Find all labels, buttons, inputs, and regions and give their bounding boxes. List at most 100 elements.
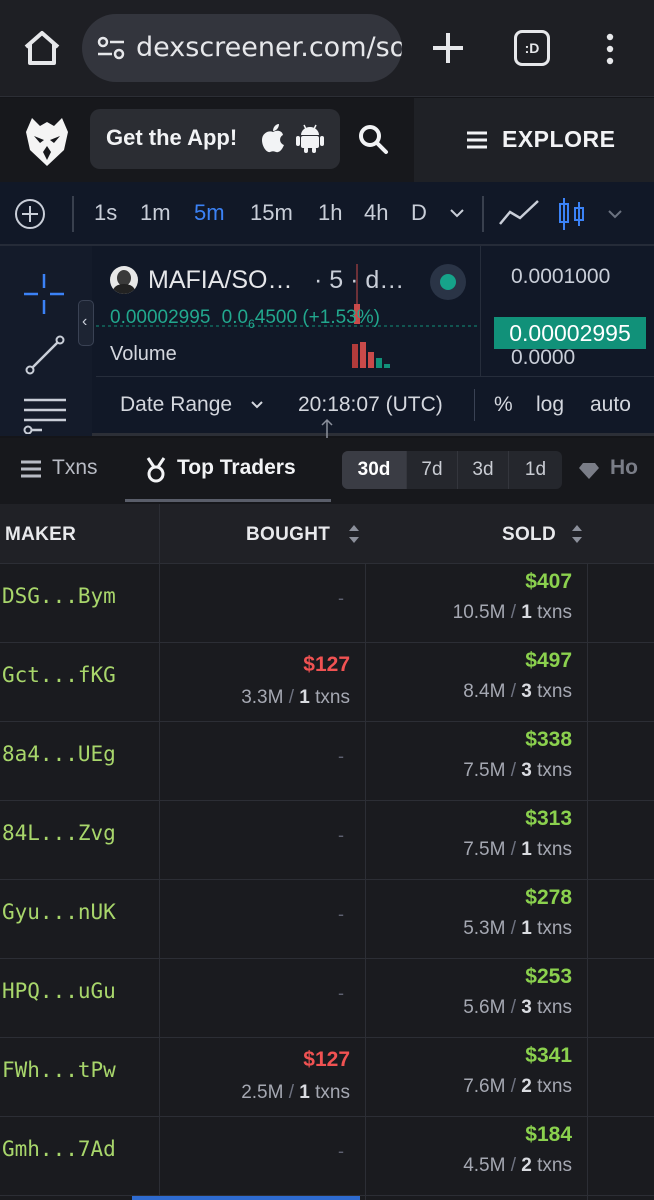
auto-scale-toggle[interactable]: auto: [590, 393, 631, 417]
crosshair-icon[interactable]: [22, 272, 66, 316]
site-settings-icon[interactable]: [96, 34, 126, 62]
column-divider: [159, 504, 160, 564]
timeframe-5m[interactable]: 5m: [194, 200, 225, 226]
table-row[interactable]: Gct...fKG $127 3.3M / 1 txns $497 8.4M / 3 t…: [0, 643, 654, 722]
chevron-left-icon: ‹: [82, 313, 88, 330]
url-text[interactable]: dexscreener.com/sol: [136, 32, 402, 63]
empty-bought: -: [338, 825, 344, 845]
sold-amount: 5.3M / 1 txns: [463, 918, 572, 939]
sort-icon[interactable]: [348, 523, 360, 545]
diamond-icon: [579, 463, 599, 479]
explore-button[interactable]: EXPLORE: [414, 98, 654, 182]
tab-switcher-label: :D: [524, 40, 540, 56]
android-icon: [296, 124, 324, 153]
line-chart-icon[interactable]: [498, 198, 540, 228]
price-axis[interactable]: 0.0001000 0.0000: [480, 246, 654, 376]
maker-address[interactable]: DSG...Bym: [2, 584, 116, 608]
maker-address[interactable]: Gct...fKG: [2, 663, 116, 687]
table-row[interactable]: Gmh...7Ad - $184 4.5M / 2 txns: [0, 1117, 654, 1196]
sold-usd: $278: [525, 886, 572, 909]
chevron-down-icon[interactable]: [448, 206, 466, 220]
table-header: MAKER BOUGHT SOLD: [0, 504, 654, 564]
collapse-toolbar-button[interactable]: ‹: [78, 300, 94, 346]
table-row[interactable]: 8a4...UEg - $338 7.5M / 3 txns: [0, 722, 654, 801]
timeframe-d[interactable]: D: [411, 200, 427, 226]
period-selector: 30d 7d 3d 1d: [342, 451, 562, 489]
home-icon[interactable]: [20, 28, 64, 68]
bought-header[interactable]: BOUGHT: [246, 524, 330, 546]
search-icon[interactable]: [356, 122, 390, 156]
timeframe-1m[interactable]: 1m: [140, 200, 171, 226]
txns-suffix: txns: [315, 1082, 350, 1103]
sold-token-amount: 7.6M: [463, 1076, 506, 1097]
tab-txns[interactable]: Txns: [0, 438, 120, 504]
sold-token-amount: 4.5M: [463, 1155, 506, 1176]
timeframe-15m[interactable]: 15m: [250, 200, 293, 226]
column-divider: [587, 564, 588, 1200]
address-bar[interactable]: dexscreener.com/sol: [82, 14, 402, 82]
txns-suffix: txns: [315, 687, 350, 708]
sold-amount: 4.5M / 2 txns: [463, 1155, 572, 1176]
sold-token-amount: 5.3M: [463, 918, 506, 939]
table-row[interactable]: 84L...Zvg - $313 7.5M / 1 txns: [0, 801, 654, 880]
more-menu-icon[interactable]: [600, 32, 620, 66]
maker-address[interactable]: Gmh...7Ad: [2, 1137, 116, 1161]
sold-amount: 7.5M / 3 txns: [463, 760, 572, 781]
sold-txn-count: 2: [521, 1076, 532, 1097]
maker-header: MAKER: [5, 524, 77, 545]
sold-token-amount: 8.4M: [463, 681, 506, 702]
price-chart[interactable]: ‹ MAFIA/SO… · 5 · d… 0.00002995 0.064500…: [0, 246, 654, 448]
period-7d[interactable]: 7d: [406, 451, 457, 489]
fibonacci-icon[interactable]: [22, 394, 68, 434]
add-indicator-icon[interactable]: [14, 198, 46, 230]
maker-address[interactable]: HPQ...uGu: [2, 979, 116, 1003]
date-range-button[interactable]: Date Range: [120, 393, 232, 417]
empty-bought: -: [338, 1141, 344, 1161]
dexscreener-logo-icon[interactable]: [22, 112, 72, 168]
tab-top-traders[interactable]: Top Traders: [125, 438, 331, 504]
table-row[interactable]: Gyu...nUK - $278 5.3M / 1 txns: [0, 880, 654, 959]
sold-token-amount: 7.5M: [463, 760, 506, 781]
change-prefix: 0.0: [221, 307, 249, 328]
empty-bought: -: [338, 983, 344, 1003]
get-the-app-button[interactable]: Get the App!: [90, 109, 340, 169]
period-30d[interactable]: 30d: [342, 451, 406, 489]
chevron-down-icon[interactable]: [250, 399, 264, 411]
maker-address[interactable]: Gyu...nUK: [2, 900, 116, 924]
price-value: 0.00002995: [110, 307, 211, 328]
candlestick-icon[interactable]: [558, 196, 586, 232]
sold-txn-count: 3: [521, 681, 532, 702]
chevron-down-icon[interactable]: [606, 208, 624, 220]
table-row[interactable]: DSG...Bym - $407 10.5M / 1 txns: [0, 564, 654, 643]
timeframe-4h[interactable]: 4h: [364, 200, 388, 226]
txns-suffix: txns: [537, 1076, 572, 1097]
period-3d[interactable]: 3d: [457, 451, 508, 489]
sold-usd: $497: [525, 649, 572, 672]
maker-address[interactable]: 84L...Zvg: [2, 821, 116, 845]
sold-header[interactable]: SOLD: [502, 524, 556, 546]
percent-scale-toggle[interactable]: %: [494, 393, 513, 417]
sort-icon[interactable]: [571, 523, 583, 545]
ohlc-values: 0.00002995 0.064500 (+1.53%): [110, 307, 380, 331]
toolbar-divider: [72, 196, 74, 232]
period-1d[interactable]: 1d: [508, 451, 562, 489]
tab-holders[interactable]: Ho: [574, 438, 654, 504]
sold-amount: 7.5M / 1 txns: [463, 839, 572, 860]
change-zero-count: 6: [248, 316, 255, 331]
new-tab-icon[interactable]: [428, 28, 468, 68]
bought-txn-count: 1: [299, 687, 310, 708]
sold-txn-count: 3: [521, 760, 532, 781]
maker-address[interactable]: FWh...tPw: [2, 1058, 116, 1082]
scroll-indicator: [132, 1196, 360, 1200]
sold-token-amount: 7.5M: [463, 839, 506, 860]
table-row[interactable]: FWh...tPw $127 2.5M / 1 txns $341 7.6M / 2 t…: [0, 1038, 654, 1117]
empty-bought: -: [338, 588, 344, 608]
maker-address[interactable]: 8a4...UEg: [2, 742, 116, 766]
timeframe-1h[interactable]: 1h: [318, 200, 342, 226]
table-row[interactable]: HPQ...uGu - $253 5.6M / 3 txns: [0, 959, 654, 1038]
tab-switcher-button[interactable]: :D: [514, 30, 550, 66]
log-scale-toggle[interactable]: log: [536, 393, 564, 417]
trend-line-icon[interactable]: [24, 334, 66, 376]
bought-txn-count: 1: [299, 1082, 310, 1103]
timeframe-1s[interactable]: 1s: [94, 200, 117, 226]
